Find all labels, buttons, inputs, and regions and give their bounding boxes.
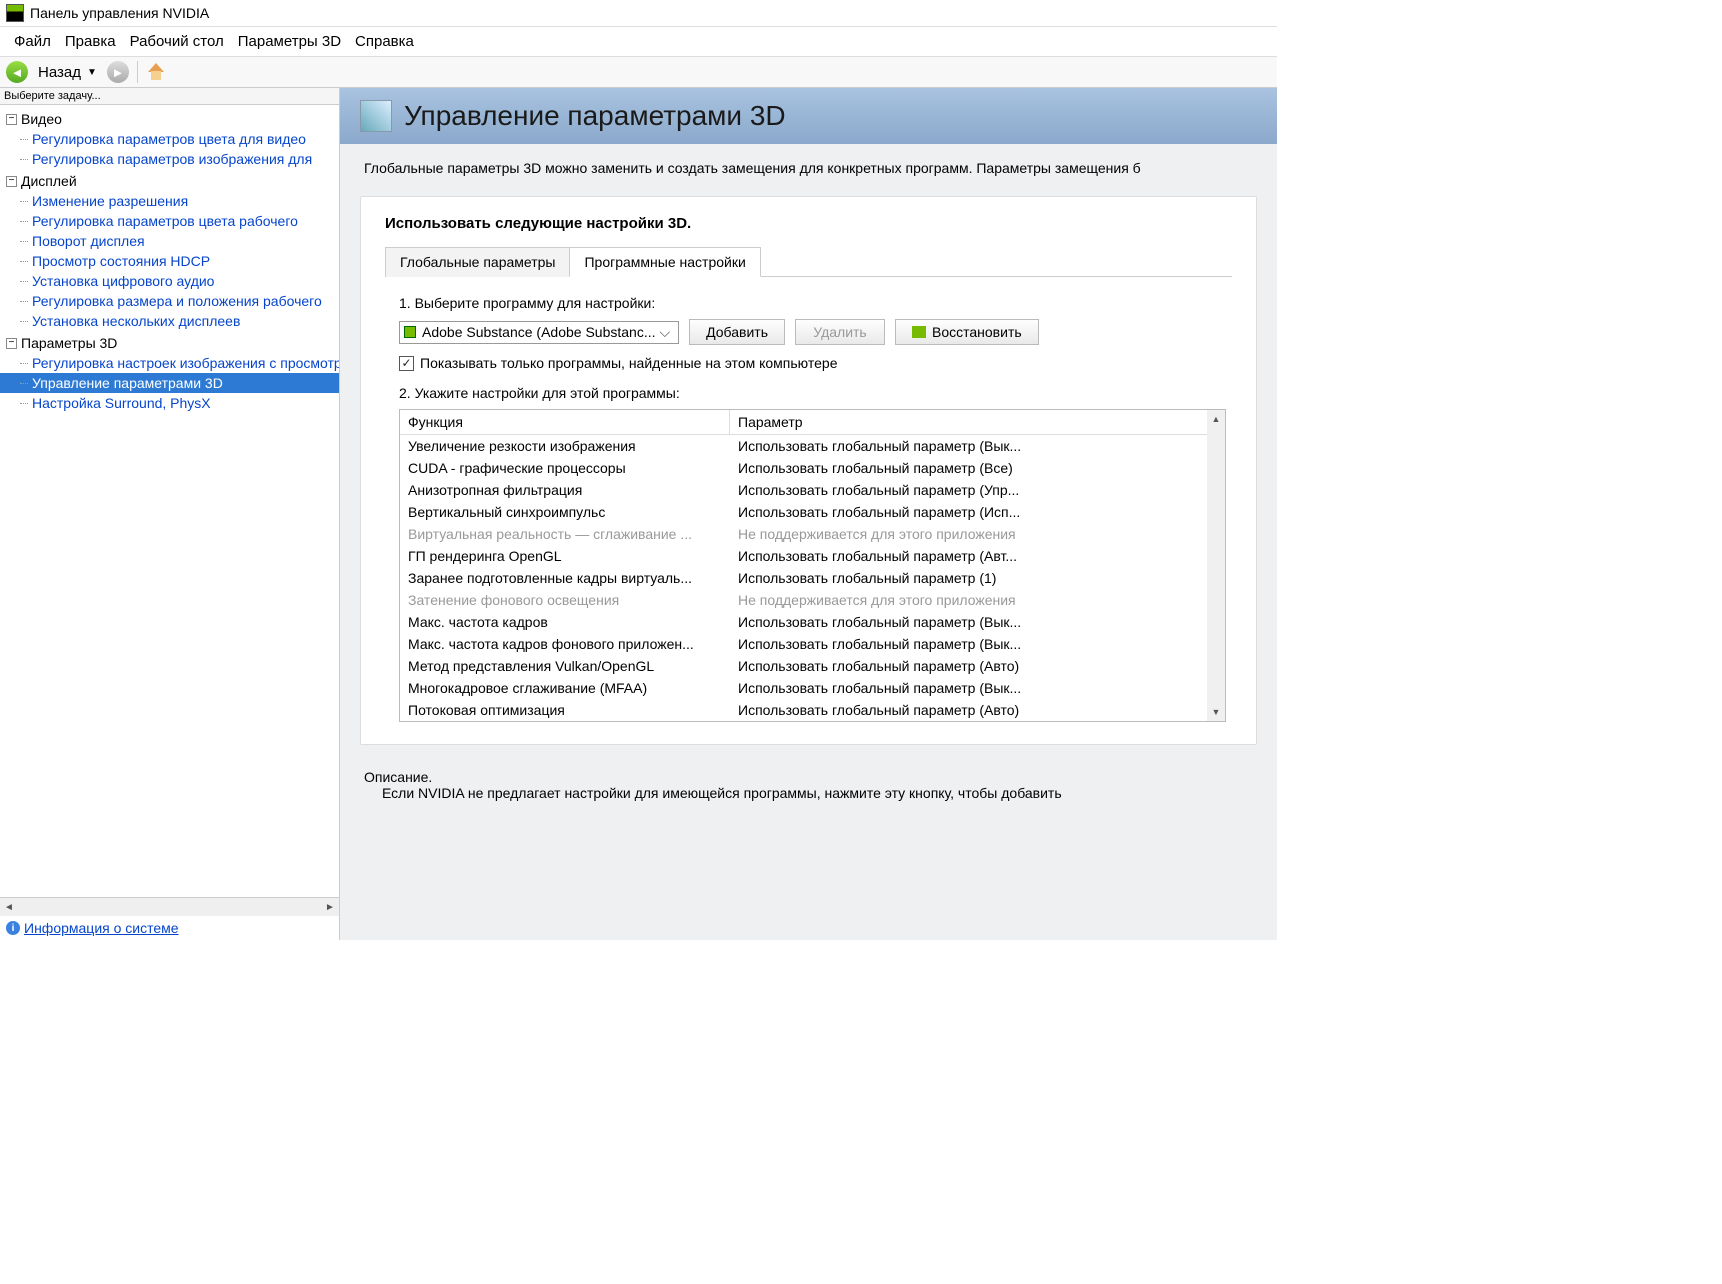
title-bar: Панель управления NVIDIA	[0, 0, 1277, 27]
grid-row[interactable]: Увеличение резкости изображенияИспользов…	[400, 435, 1225, 457]
scroll-up-icon[interactable]: ▲	[1207, 410, 1225, 428]
tree-group-label[interactable]: −Дисплей	[0, 171, 339, 191]
nvidia-icon	[6, 4, 24, 22]
toolbar-separator	[137, 61, 138, 83]
col-function[interactable]: Функция	[400, 410, 730, 434]
forward-icon[interactable]: ►	[107, 61, 129, 83]
tree-item[interactable]: Регулировка параметров изображения для	[0, 149, 339, 169]
menu-desktop[interactable]: Рабочий стол	[124, 31, 230, 52]
remove-button: Удалить	[795, 319, 885, 345]
step1-label: 1. Выберите программу для настройки:	[399, 295, 1226, 311]
menu-params3d[interactable]: Параметры 3D	[232, 31, 347, 52]
tree-item[interactable]: Установка нескольких дисплеев	[0, 311, 339, 331]
grid-row[interactable]: Анизотропная фильтрацияИспользовать глоб…	[400, 479, 1225, 501]
grid-row[interactable]: Затенение фонового освещенияНе поддержив…	[400, 589, 1225, 611]
restore-button[interactable]: Восстановить	[895, 319, 1039, 345]
collapse-icon[interactable]: −	[6, 114, 17, 125]
grid-row[interactable]: Метод представления Vulkan/OpenGLИспольз…	[400, 655, 1225, 677]
grid-row[interactable]: Потоковая оптимизацияИспользовать глобал…	[400, 699, 1225, 721]
scroll-left-icon[interactable]: ◄	[0, 898, 18, 916]
tabs: Глобальные параметры Программные настрой…	[385, 246, 1232, 277]
scroll-right-icon[interactable]: ►	[321, 898, 339, 916]
description-label: Описание.	[364, 769, 1253, 785]
menu-help[interactable]: Справка	[349, 31, 420, 52]
settings-panel: Использовать следующие настройки 3D. Гло…	[360, 196, 1257, 745]
step2-label: 2. Укажите настройки для этой программы:	[399, 385, 1226, 401]
vertical-scrollbar[interactable]: ▲ ▼	[1207, 410, 1225, 721]
tree-item[interactable]: Регулировка параметров цвета рабочего	[0, 211, 339, 231]
tree-item[interactable]: Регулировка размера и положения рабочего	[0, 291, 339, 311]
page-description: Глобальные параметры 3D можно заменить и…	[340, 144, 1277, 176]
tree-item[interactable]: Просмотр состояния HDCP	[0, 251, 339, 271]
main-panel: Управление параметрами 3D Глобальные пар…	[340, 88, 1277, 940]
menu-bar: Файл Правка Рабочий стол Параметры 3D Сп…	[0, 27, 1277, 57]
collapse-icon[interactable]: −	[6, 176, 17, 187]
checkbox-icon: ✓	[399, 356, 414, 371]
tree-item[interactable]: Управление параметрами 3D	[0, 373, 339, 393]
grid-row[interactable]: CUDA - графические процессорыИспользоват…	[400, 457, 1225, 479]
grid-row[interactable]: ГП рендеринга OpenGLИспользовать глобаль…	[400, 545, 1225, 567]
chevron-down-icon: ⌵	[656, 324, 675, 341]
menu-edit[interactable]: Правка	[59, 31, 122, 52]
info-icon: i	[6, 921, 20, 935]
grid-row[interactable]: Виртуальная реальность — сглаживание ...…	[400, 523, 1225, 545]
panel-title: Использовать следующие настройки 3D.	[385, 215, 1232, 232]
grid-header: Функция Параметр	[400, 410, 1225, 435]
grid-row[interactable]: Вертикальный синхроимпульсИспользовать г…	[400, 501, 1225, 523]
tree-item[interactable]: Установка цифрового аудио	[0, 271, 339, 291]
page-header: Управление параметрами 3D	[340, 88, 1277, 144]
collapse-icon[interactable]: −	[6, 338, 17, 349]
settings-grid: Функция Параметр Увеличение резкости изо…	[399, 409, 1226, 722]
tree-item[interactable]: Поворот дисплея	[0, 231, 339, 251]
page-header-icon	[360, 100, 392, 132]
description-text: Если NVIDIA не предлагает настройки для …	[364, 785, 1253, 801]
grid-row[interactable]: Макс. частота кадров фонового приложен..…	[400, 633, 1225, 655]
chevron-down-icon: ▼	[87, 67, 97, 78]
description-section: Описание. Если NVIDIA не предлагает наст…	[340, 765, 1277, 805]
task-header: Выберите задачу...	[0, 88, 339, 105]
system-info-link[interactable]: i Информация о системе	[0, 916, 339, 940]
back-button[interactable]: Назад ▼	[32, 62, 103, 83]
menu-file[interactable]: Файл	[8, 31, 57, 52]
tab-program[interactable]: Программные настройки	[569, 247, 760, 277]
task-tree: −ВидеоРегулировка параметров цвета для в…	[0, 105, 339, 897]
grid-row[interactable]: Многокадровое сглаживание (MFAA)Использо…	[400, 677, 1225, 699]
home-icon[interactable]	[146, 63, 166, 81]
tree-group-label[interactable]: −Видео	[0, 109, 339, 129]
tree-item[interactable]: Настройка Surround, PhysX	[0, 393, 339, 413]
toolbar: ◄ Назад ▼ ►	[0, 57, 1277, 88]
col-parameter[interactable]: Параметр	[730, 410, 1225, 434]
page-title: Управление параметрами 3D	[404, 100, 786, 132]
scroll-down-icon[interactable]: ▼	[1207, 703, 1225, 721]
tab-global[interactable]: Глобальные параметры	[385, 247, 570, 277]
nvidia-icon	[912, 326, 926, 338]
window-title: Панель управления NVIDIA	[30, 5, 209, 21]
sidebar: Выберите задачу... −ВидеоРегулировка пар…	[0, 88, 340, 940]
tree-item[interactable]: Регулировка параметров цвета для видео	[0, 129, 339, 149]
program-select[interactable]: Adobe Substance (Adobe Substanc... ⌵	[399, 321, 679, 344]
grid-row[interactable]: Макс. частота кадровИспользовать глобаль…	[400, 611, 1225, 633]
tree-group-label[interactable]: −Параметры 3D	[0, 333, 339, 353]
add-button[interactable]: Добавить	[689, 319, 785, 345]
tree-item[interactable]: Изменение разрешения	[0, 191, 339, 211]
horizontal-scrollbar[interactable]: ◄ ►	[0, 898, 339, 916]
tree-item[interactable]: Регулировка настроек изображения с просм…	[0, 353, 339, 373]
program-icon	[404, 326, 416, 338]
back-icon[interactable]: ◄	[6, 61, 28, 83]
show-only-checkbox[interactable]: ✓ Показывать только программы, найденные…	[399, 355, 1226, 371]
grid-row[interactable]: Заранее подготовленные кадры виртуаль...…	[400, 567, 1225, 589]
